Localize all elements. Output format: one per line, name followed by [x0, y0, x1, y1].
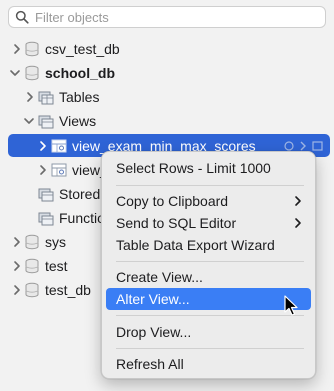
tree-item-views[interactable]: Views	[0, 109, 334, 133]
mouse-pointer-icon	[284, 295, 298, 316]
chevron-right-icon[interactable]	[10, 235, 24, 249]
context-menu: Select Rows - Limit 1000 Copy to Clipboa…	[101, 151, 316, 379]
view-icon	[51, 139, 67, 153]
menu-item-label: Refresh All	[116, 356, 184, 372]
menu-separator	[116, 261, 304, 262]
tree-item-label: test	[45, 258, 68, 274]
submenu-arrow-icon	[295, 196, 301, 206]
menu-separator	[116, 348, 304, 349]
chevron-right-icon[interactable]	[10, 42, 24, 56]
menu-item-label: Table Data Export Wizard	[116, 237, 275, 253]
database-icon	[25, 282, 39, 298]
menu-item-label: Drop View...	[116, 324, 192, 340]
menu-item-alter-view[interactable]: Alter View...	[106, 288, 311, 310]
chevron-right-icon[interactable]	[36, 163, 50, 177]
tree-item-label: Tables	[59, 89, 100, 105]
tree-item-tables[interactable]: Tables	[0, 85, 334, 109]
menu-item-label: Copy to Clipboard	[116, 193, 229, 209]
menu-item-label: Select Rows - Limit 1000	[116, 160, 271, 176]
chevron-right-icon[interactable]	[10, 259, 24, 273]
tree-item-label: Functio	[59, 210, 105, 226]
database-icon	[25, 65, 39, 81]
menu-item-label: Send to SQL Editor	[116, 215, 237, 231]
menu-item-table-data-export-wizard[interactable]: Table Data Export Wizard	[106, 234, 311, 256]
menu-item-select-rows[interactable]: Select Rows - Limit 1000	[106, 157, 311, 179]
filter-search-field[interactable]	[8, 6, 326, 28]
chevron-right-icon[interactable]	[36, 139, 50, 153]
chevron-right-icon[interactable]	[23, 90, 37, 104]
folder-icon	[38, 91, 54, 105]
menu-item-label: Create View...	[116, 269, 203, 285]
folder-icon	[38, 212, 54, 226]
tree-item-label: csv_test_db	[45, 41, 120, 57]
database-icon	[25, 41, 39, 57]
menu-item-create-view[interactable]: Create View...	[106, 266, 311, 288]
database-icon	[25, 258, 39, 274]
menu-item-drop-view[interactable]: Drop View...	[106, 321, 311, 343]
tree-item-csv-test-db[interactable]: csv_test_db	[0, 37, 334, 61]
search-icon	[15, 10, 29, 24]
tree-item-label: test_db	[45, 282, 91, 298]
chevron-down-icon[interactable]	[8, 66, 22, 80]
database-icon	[25, 234, 39, 250]
tree-item-label: Stored	[59, 186, 101, 202]
menu-item-refresh-all[interactable]: Refresh All	[106, 353, 311, 375]
tree-item-label: sys	[45, 234, 66, 250]
tree-item-label: Views	[59, 113, 97, 129]
menu-separator	[116, 185, 304, 186]
menu-item-label: Alter View...	[116, 291, 190, 307]
menu-item-copy-to-clipboard[interactable]: Copy to Clipboard	[106, 190, 311, 212]
menu-separator	[116, 315, 304, 316]
submenu-arrow-icon	[295, 218, 301, 228]
menu-item-send-to-sql-editor[interactable]: Send to SQL Editor	[106, 212, 311, 234]
tree-item-school-db[interactable]: school_db	[0, 61, 334, 85]
filter-objects-input[interactable]	[35, 8, 315, 26]
chevron-right-icon[interactable]	[10, 283, 24, 297]
tree-item-label: school_db	[45, 65, 116, 81]
chevron-down-icon[interactable]	[22, 114, 36, 128]
folder-icon	[38, 188, 54, 202]
folder-icon	[38, 115, 54, 129]
view-icon	[51, 163, 67, 177]
